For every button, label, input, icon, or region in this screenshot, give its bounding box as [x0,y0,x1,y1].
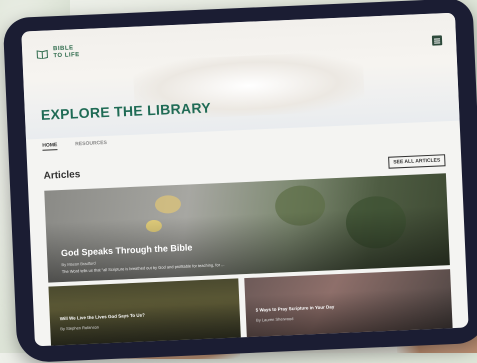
featured-article-card[interactable]: God Speaks Through the Bible By Mason Br… [44,173,450,282]
tablet-device: BIBLE TO LIFE EXPLORE THE LIBRARY HOME R… [3,0,477,363]
articles-heading: Articles [43,169,80,182]
nav-item-home[interactable]: HOME [42,142,57,151]
article-card-1[interactable]: Will We Live the Lives God Says To Us? B… [48,278,240,346]
site-logo[interactable]: BIBLE TO LIFE [36,45,80,61]
article-card-2[interactable]: 5 Ways to Pray Scripture in Your Day By … [244,269,452,338]
book-logo-icon [36,48,48,59]
card-overlay [244,269,452,338]
nav-item-resources[interactable]: RESOURCES [75,140,107,149]
tablet-screen: BIBLE TO LIFE EXPLORE THE LIBRARY HOME R… [21,13,468,347]
logo-text: BIBLE TO LIFE [53,45,80,60]
hamburger-menu-icon[interactable] [432,35,442,45]
logo-line-2: TO LIFE [53,52,80,60]
section-nav: HOME RESOURCES [42,140,107,151]
see-all-articles-button[interactable]: SEE ALL ARTICLES [388,154,446,168]
